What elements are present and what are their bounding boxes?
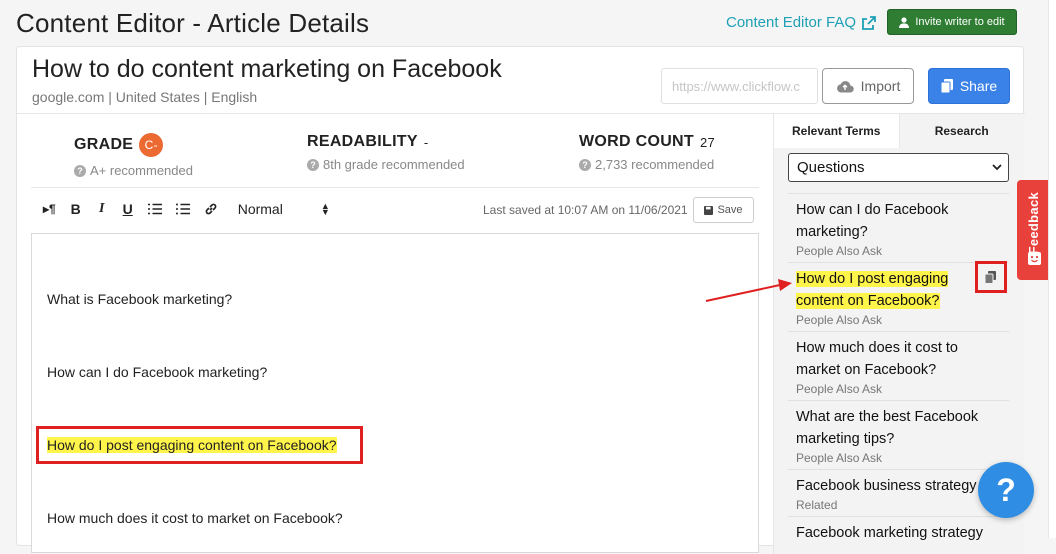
- share-label: Share: [959, 78, 998, 94]
- import-label: Import: [860, 78, 901, 94]
- question-item[interactable]: What are the best Facebook marketing tip…: [788, 400, 1009, 465]
- wordcount-recommended: 2,733 recommended: [595, 157, 715, 172]
- wordcount-value: 27: [699, 134, 716, 150]
- editor-toolbar: ▸¶ B I U Normal ▲ ▼: [43, 201, 330, 217]
- window-edge: [1048, 0, 1056, 538]
- highlighted-text: How do I post engaging content on Facebo…: [796, 271, 949, 309]
- faq-link[interactable]: Content Editor FAQ: [726, 14, 876, 31]
- bullet-list-icon[interactable]: [175, 203, 190, 215]
- question-item[interactable]: Facebook business strategy Related: [788, 469, 1009, 512]
- copy-question-button[interactable]: [975, 261, 1007, 293]
- cloud-upload-icon: [836, 80, 854, 93]
- question-text-highlighted: How do I post engaging content on Facebo…: [796, 268, 1001, 312]
- format-select-value: Normal: [237, 201, 283, 217]
- floppy-disk-icon: [704, 205, 714, 215]
- question-text: How much does it cost to market on Faceb…: [796, 340, 958, 378]
- copy-icon: [985, 270, 996, 284]
- copy-icon: [940, 79, 953, 93]
- ordered-list-icon[interactable]: [147, 203, 162, 215]
- text-direction-button[interactable]: ▸¶: [43, 202, 56, 216]
- format-select[interactable]: Normal ▲ ▼: [238, 201, 330, 217]
- article-title: How to do content marketing on Facebook: [32, 55, 502, 83]
- feedback-label: Feedback: [1026, 192, 1041, 255]
- question-text: Facebook business strategy: [796, 478, 977, 494]
- question-item[interactable]: How much does it cost to market on Faceb…: [788, 331, 1009, 396]
- questions-select-value: Questions: [797, 159, 865, 176]
- tab-relevant-terms[interactable]: Relevant Terms: [774, 114, 900, 148]
- user-icon: [899, 16, 910, 28]
- annotation-box: [36, 426, 363, 464]
- underline-button[interactable]: U: [122, 201, 134, 217]
- question-circle-icon: ?: [579, 158, 591, 171]
- link-icon[interactable]: [204, 202, 218, 216]
- readability-label: READABILITY: [307, 133, 418, 150]
- question-source: People Also Ask: [796, 382, 883, 396]
- grade-badge: C-: [139, 133, 164, 157]
- editor-content[interactable]: What is Facebook marketing? How can I do…: [31, 233, 759, 553]
- grade-stat: GRADE C- ? A+ recommended: [74, 133, 193, 178]
- help-button[interactable]: ?: [978, 462, 1034, 518]
- question-text: Facebook marketing strategy: [796, 525, 983, 541]
- question-circle-icon: ?: [74, 164, 86, 177]
- url-input[interactable]: [661, 68, 818, 104]
- page-title: Content Editor - Article Details: [16, 8, 370, 38]
- grade-recommended: A+ recommended: [90, 163, 193, 178]
- article-card: How to do content marketing on Facebook …: [16, 46, 1025, 554]
- question-source: People Also Ask: [796, 313, 883, 327]
- grade-label: GRADE: [74, 136, 134, 153]
- chevron-down-icon: [992, 164, 1002, 171]
- last-saved-text: Last saved at 10:07 AM on 11/06/2021: [483, 203, 688, 217]
- updown-arrow-icon: ▲ ▼: [320, 201, 330, 217]
- bold-button[interactable]: B: [70, 201, 82, 217]
- italic-button[interactable]: I: [96, 201, 108, 217]
- editor-line: How much does it cost to market on Faceb…: [47, 510, 343, 526]
- research-tabs: Relevant Terms Research: [774, 114, 1024, 148]
- questions-select[interactable]: Questions: [788, 153, 1009, 182]
- question-circle-icon: ?: [307, 158, 319, 171]
- readability-value: -: [423, 134, 429, 150]
- tab-research[interactable]: Research: [899, 114, 1024, 148]
- faq-link-label: Content Editor FAQ: [726, 14, 857, 31]
- wordcount-stat: WORD COUNT 27 ? 2,733 recommended: [579, 133, 715, 172]
- save-label: Save: [717, 204, 743, 216]
- question-source: People Also Ask: [796, 244, 883, 258]
- question-item[interactable]: How can I do Facebook marketing? People …: [788, 193, 1009, 258]
- editor-line: How can I do Facebook marketing?: [47, 364, 268, 380]
- invite-writer-label: Invite writer to edit: [915, 16, 1005, 28]
- question-source: People Also Ask: [796, 451, 883, 465]
- readability-recommended: 8th grade recommended: [323, 157, 465, 172]
- question-text: How can I do Facebook marketing?: [796, 202, 949, 240]
- wordcount-label: WORD COUNT: [579, 133, 694, 150]
- smile-icon: [1028, 252, 1041, 265]
- invite-writer-button[interactable]: Invite writer to edit: [887, 9, 1017, 35]
- readability-stat: READABILITY - ? 8th grade recommended: [307, 133, 465, 172]
- feedback-tab[interactable]: Feedback: [1017, 180, 1051, 280]
- import-button[interactable]: Import: [822, 68, 914, 104]
- question-text: What are the best Facebook marketing tip…: [796, 409, 979, 447]
- external-link-icon: [862, 15, 876, 30]
- editor-line: What is Facebook marketing?: [47, 291, 233, 307]
- page-header: Content Editor - Article Details Content…: [16, 6, 1040, 42]
- toolbar-divider: [31, 187, 759, 188]
- article-meta: google.com | United States | English: [32, 89, 258, 105]
- question-source: Related: [796, 498, 838, 512]
- save-button[interactable]: Save: [693, 197, 754, 223]
- share-button[interactable]: Share: [928, 68, 1010, 104]
- question-item[interactable]: Facebook marketing strategy: [788, 516, 1009, 544]
